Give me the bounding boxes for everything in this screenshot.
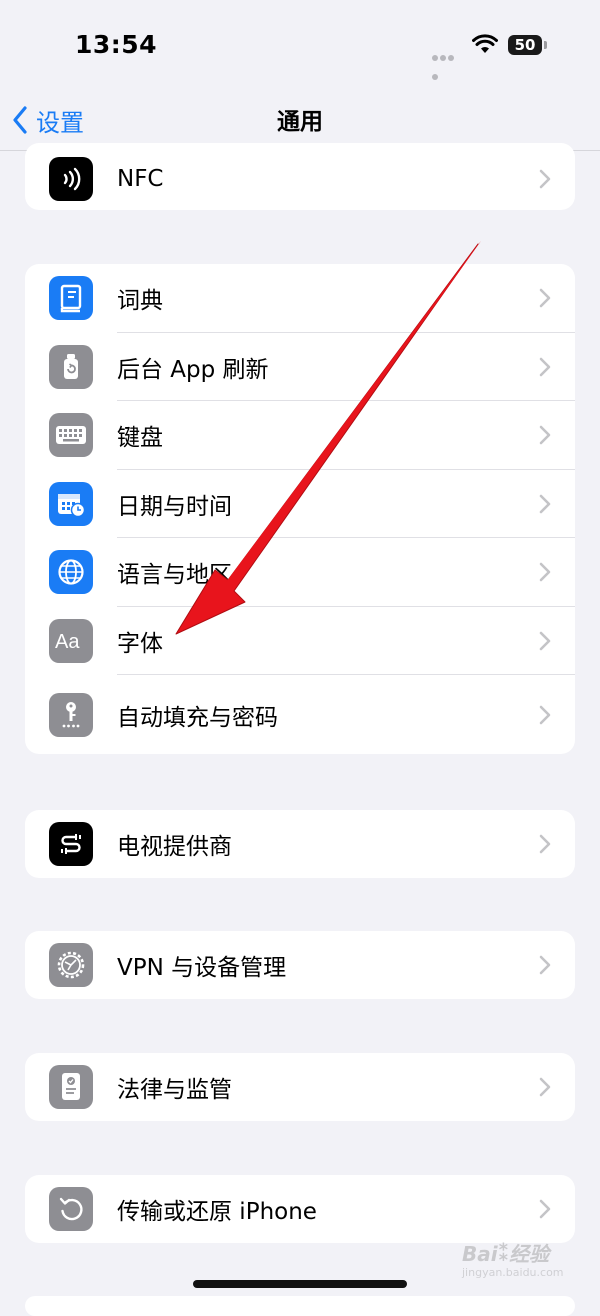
signal-icon xyxy=(432,46,462,80)
settings-group-system: 词典 后台 App 刷新 键盘 日期与时间 语言与地区 Aa 字体 自动填充与密… xyxy=(25,264,575,754)
key-icon xyxy=(49,692,93,737)
nfc-icon xyxy=(49,156,93,201)
certificate-icon xyxy=(49,1065,93,1109)
row-label: VPN 与设备管理 xyxy=(117,955,287,981)
row-date-time[interactable]: 日期与时间 xyxy=(25,470,575,538)
row-legal-regulatory[interactable]: 法律与监管 xyxy=(25,1053,575,1121)
chevron-right-icon xyxy=(539,169,551,188)
settings-group-partial xyxy=(25,1296,575,1316)
wifi-icon xyxy=(472,34,498,53)
row-label: NFC xyxy=(117,165,164,192)
row-keyboard[interactable]: 键盘 xyxy=(25,401,575,470)
row-label: 传输或还原 iPhone xyxy=(117,1199,317,1225)
status-bar: 13:54 50 xyxy=(0,0,600,90)
chevron-right-icon xyxy=(539,562,551,582)
chevron-right-icon xyxy=(539,955,551,975)
tv-provider-icon xyxy=(49,822,93,866)
watermark-logo: Bai⁑经验 xyxy=(462,1242,550,1267)
row-dictionary[interactable]: 词典 xyxy=(25,264,575,333)
chevron-right-icon xyxy=(539,1077,551,1097)
keyboard-icon xyxy=(49,413,93,458)
row-language-region[interactable]: 语言与地区 xyxy=(25,538,575,607)
row-autofill-passwords[interactable]: 自动填充与密码 xyxy=(25,675,575,754)
font-icon: Aa xyxy=(49,618,93,663)
row-tv-provider[interactable]: 电视提供商 xyxy=(25,810,575,878)
row-label: 字体 xyxy=(117,630,163,657)
svg-text:Aa: Aa xyxy=(55,631,80,653)
settings-group-nfc: NFC xyxy=(25,143,575,210)
chevron-right-icon xyxy=(539,288,551,308)
gear-icon xyxy=(49,943,93,987)
chevron-right-icon xyxy=(539,705,551,724)
globe-icon xyxy=(49,550,93,595)
settings-group-legal: 法律与监管 xyxy=(25,1053,575,1121)
chevron-right-icon xyxy=(539,834,551,854)
row-vpn-device-management[interactable]: VPN 与设备管理 xyxy=(25,931,575,999)
row-background-app-refresh[interactable]: 后台 App 刷新 xyxy=(25,333,575,401)
background-refresh-icon xyxy=(49,344,93,389)
settings-group-vpn: VPN 与设备管理 xyxy=(25,931,575,999)
calendar-clock-icon xyxy=(49,481,93,526)
row-label: 日期与时间 xyxy=(117,493,232,520)
row-label: 电视提供商 xyxy=(117,834,232,860)
battery-tip xyxy=(544,41,547,49)
page-title: 通用 xyxy=(277,109,323,135)
chevron-right-icon xyxy=(539,494,551,514)
watermark-url: jingyan.baidu.com xyxy=(462,1266,564,1279)
row-fonts[interactable]: Aa 字体 xyxy=(25,607,575,675)
row-label: 语言与地区 xyxy=(117,562,232,589)
dictionary-icon xyxy=(49,276,93,321)
row-label: 后台 App 刷新 xyxy=(117,356,269,383)
row-label: 法律与监管 xyxy=(117,1077,232,1103)
chevron-right-icon xyxy=(539,425,551,445)
row-transfer-reset[interactable]: 传输或还原 iPhone xyxy=(25,1175,575,1243)
chevron-right-icon xyxy=(539,1199,551,1219)
chevron-right-icon xyxy=(539,631,551,651)
navigation-bar: 设置 通用 xyxy=(0,90,600,151)
settings-group-tv: 电视提供商 xyxy=(25,810,575,878)
row-nfc[interactable]: NFC xyxy=(25,145,575,210)
status-time: 13:54 xyxy=(75,30,158,59)
home-indicator xyxy=(193,1280,407,1288)
row-label: 词典 xyxy=(117,288,163,315)
reset-icon xyxy=(49,1187,93,1231)
chevron-right-icon xyxy=(539,357,551,377)
row-label: 自动填充与密码 xyxy=(117,704,278,731)
settings-group-reset: 传输或还原 iPhone xyxy=(25,1175,575,1243)
battery-icon: 50 xyxy=(508,35,542,55)
row-label: 键盘 xyxy=(117,425,163,452)
